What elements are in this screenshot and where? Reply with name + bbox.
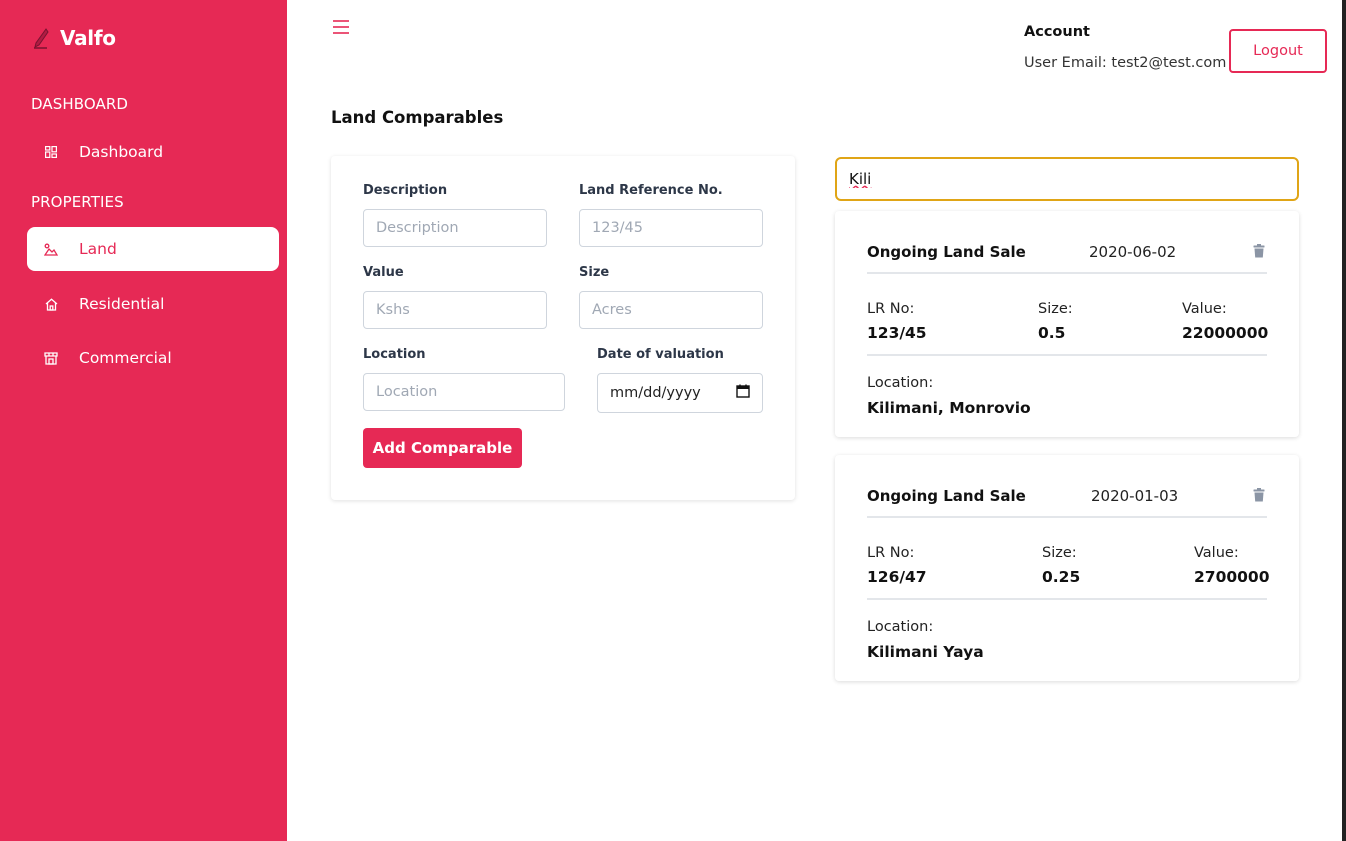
comparable-card: Ongoing Land Sale 2020-01-03 LR No: 126/… bbox=[835, 455, 1299, 681]
brand-name: Valfo bbox=[60, 26, 116, 50]
value-label: Value bbox=[363, 265, 404, 280]
trash-icon[interactable] bbox=[1253, 487, 1265, 502]
location-label: Location bbox=[363, 347, 426, 362]
value-label: Value: bbox=[1194, 545, 1239, 561]
section-label-properties: PROPERTIES bbox=[31, 193, 124, 211]
calendar-icon[interactable] bbox=[736, 384, 750, 402]
account-email: User Email: test2@test.com bbox=[1024, 55, 1227, 71]
sidebar-item-label: Dashboard bbox=[79, 143, 164, 161]
value-value: 22000000 bbox=[1182, 324, 1269, 342]
lr-label: LR No: bbox=[867, 545, 915, 561]
menu-toggle-icon[interactable] bbox=[331, 18, 351, 36]
card-divider bbox=[867, 354, 1267, 356]
card-divider bbox=[867, 272, 1267, 274]
app-root: Valfo DASHBOARD Dashboard PROPERTIES Lan… bbox=[0, 0, 1346, 841]
reference-input[interactable] bbox=[579, 209, 763, 247]
trash-icon[interactable] bbox=[1253, 243, 1265, 258]
date-placeholder: mm/dd/yyyy bbox=[610, 385, 701, 401]
lr-label: LR No: bbox=[867, 301, 915, 317]
sidebar-item-land[interactable]: Land bbox=[27, 227, 279, 271]
size-label: Size bbox=[579, 265, 610, 280]
size-value: 0.25 bbox=[1042, 568, 1081, 586]
location-input[interactable] bbox=[363, 373, 565, 411]
card-divider bbox=[867, 516, 1267, 518]
value-value: 2700000 bbox=[1194, 568, 1270, 586]
add-comparable-button[interactable]: Add Comparable bbox=[363, 428, 522, 468]
reference-label: Land Reference No. bbox=[579, 183, 723, 198]
size-input[interactable] bbox=[579, 291, 763, 329]
location-value: Kilimani Yaya bbox=[867, 643, 984, 661]
location-label: Location: bbox=[867, 375, 934, 391]
sidebar: Valfo DASHBOARD Dashboard PROPERTIES Lan… bbox=[0, 0, 287, 841]
size-label: Size: bbox=[1038, 301, 1073, 317]
window-edge bbox=[1342, 0, 1346, 841]
grid-icon bbox=[43, 144, 59, 160]
brand[interactable]: Valfo bbox=[32, 26, 116, 50]
lr-value: 123/45 bbox=[867, 324, 927, 342]
sidebar-item-commercial[interactable]: Commercial bbox=[27, 336, 279, 380]
section-label-dashboard: DASHBOARD bbox=[31, 95, 129, 113]
sidebar-item-dashboard[interactable]: Dashboard bbox=[27, 130, 279, 174]
store-icon bbox=[43, 350, 59, 366]
sidebar-item-label: Commercial bbox=[79, 349, 172, 367]
size-label: Size: bbox=[1042, 545, 1077, 561]
page-title: Land Comparables bbox=[331, 108, 504, 127]
date-of-valuation-input[interactable]: mm/dd/yyyy bbox=[597, 373, 763, 413]
card-title: Ongoing Land Sale bbox=[867, 243, 1026, 261]
card-date: 2020-01-03 bbox=[1091, 487, 1179, 505]
card-divider bbox=[867, 598, 1267, 600]
card-date: 2020-06-02 bbox=[1089, 243, 1177, 261]
value-input[interactable] bbox=[363, 291, 547, 329]
description-label: Description bbox=[363, 183, 448, 198]
sidebar-item-label: Residential bbox=[79, 295, 165, 313]
account-title: Account bbox=[1024, 24, 1090, 40]
logout-button[interactable]: Logout bbox=[1229, 29, 1327, 73]
date-label: Date of valuation bbox=[597, 347, 724, 362]
value-label: Value: bbox=[1182, 301, 1227, 317]
location-label: Location: bbox=[867, 619, 934, 635]
description-input[interactable] bbox=[363, 209, 547, 247]
comparable-form-card: Description Land Reference No. Value Siz… bbox=[331, 156, 795, 500]
land-icon bbox=[43, 241, 59, 257]
sidebar-item-residential[interactable]: Residential bbox=[27, 282, 279, 326]
location-value: Kilimani, Monrovio bbox=[867, 399, 1031, 417]
pen-logo-icon bbox=[32, 27, 50, 49]
lr-value: 126/47 bbox=[867, 568, 927, 586]
size-value: 0.5 bbox=[1038, 324, 1066, 342]
sidebar-item-label: Land bbox=[79, 240, 117, 258]
comparable-card: Ongoing Land Sale 2020-06-02 LR No: 123/… bbox=[835, 211, 1299, 437]
card-title: Ongoing Land Sale bbox=[867, 487, 1026, 505]
home-icon bbox=[43, 296, 59, 312]
search-input[interactable] bbox=[835, 157, 1299, 201]
